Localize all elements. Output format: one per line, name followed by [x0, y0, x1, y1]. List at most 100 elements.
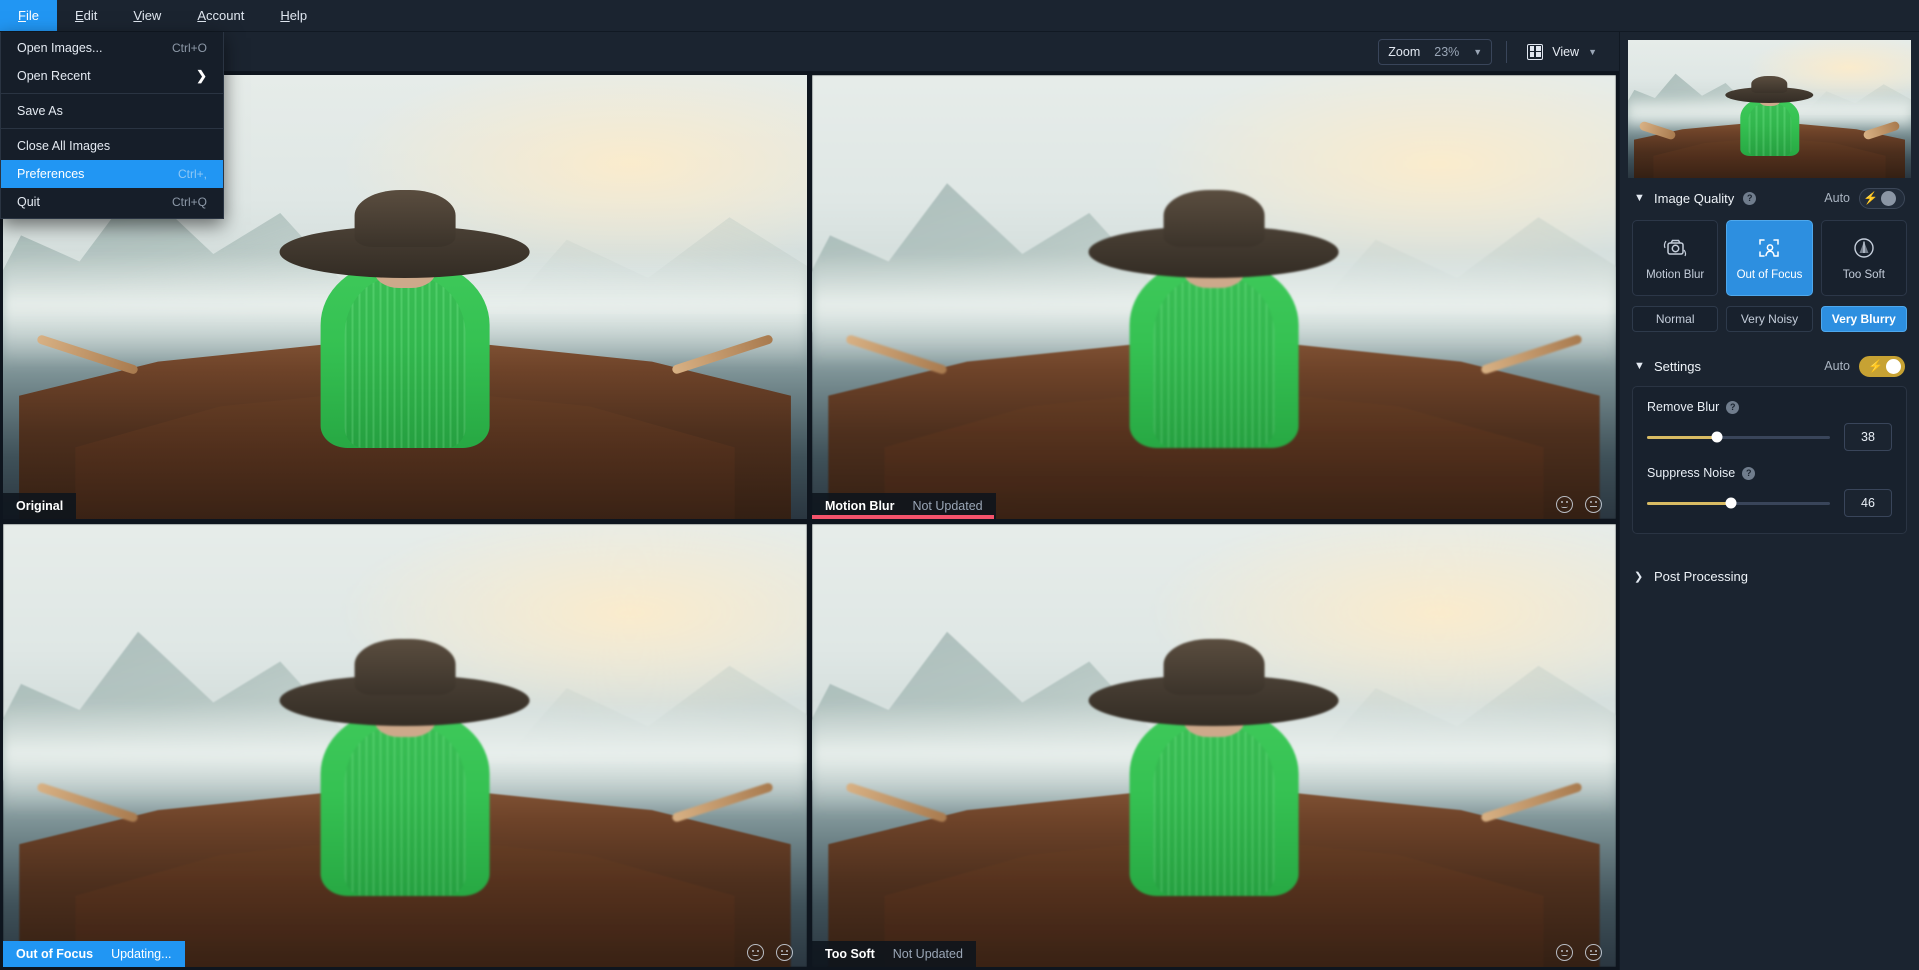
- thumbs-down-face-icon[interactable]: [776, 944, 793, 961]
- mode-button-too-soft-label: Too Soft: [1842, 269, 1885, 281]
- menu-help[interactable]: Help: [262, 0, 325, 31]
- slider-suppress-noise-header: Suppress Noise ?: [1647, 466, 1892, 480]
- image-pane-too-soft[interactable]: Too Soft Not Updated: [812, 523, 1616, 967]
- chevron-down-icon[interactable]: ▼: [1473, 47, 1482, 57]
- pane-status: Updating...: [111, 947, 172, 961]
- thumbs-down-face-icon[interactable]: [1585, 944, 1602, 961]
- slider-remove-blur-track[interactable]: [1647, 431, 1830, 443]
- mode-button-out-of-focus[interactable]: Out of Focus: [1726, 220, 1813, 296]
- image-pane-motion-blur[interactable]: Motion Blur Not Updated: [812, 75, 1616, 519]
- toggle-knob: [1880, 190, 1896, 206]
- menu-file-label: File: [18, 8, 39, 23]
- menu-item-quit-label: Quit: [17, 195, 40, 209]
- pane-progress-bar: [812, 514, 994, 519]
- pane-label-original: Original: [3, 492, 77, 519]
- image-quality-mode-buttons: Motion Blur Out of Focus Too Soft: [1620, 218, 1919, 296]
- image-comparison-grid: Original Motion Blur Not Updated Out of …: [0, 72, 1619, 970]
- menu-view-label: View: [133, 8, 162, 23]
- lightning-bolt-icon: ⚡: [1863, 191, 1878, 205]
- slider-suppress-noise: Suppress Noise ? 46: [1647, 466, 1892, 517]
- severity-button-very-blurry-label: Very Blurry: [1831, 312, 1896, 326]
- pane-name: Out of Focus: [16, 947, 94, 961]
- pane-feedback-controls: [1556, 495, 1602, 513]
- menu-account[interactable]: Account: [179, 0, 262, 31]
- photo-out-of-focus: [3, 523, 807, 967]
- photo-too-soft: [812, 523, 1616, 967]
- slider-remove-blur-header: Remove Blur ?: [1647, 400, 1892, 414]
- chevron-down-icon[interactable]: ▼: [1634, 360, 1645, 372]
- toolbar: Zoom 23% ▼ View ▼: [0, 32, 1619, 72]
- focus-person-icon: [1754, 235, 1784, 261]
- lightning-bolt-icon: ⚡: [1868, 359, 1883, 373]
- zoom-control[interactable]: Zoom 23% ▼: [1378, 38, 1493, 65]
- menu-edit[interactable]: Edit: [57, 0, 115, 31]
- mode-button-motion-blur-label: Motion Blur: [1646, 269, 1705, 281]
- image-pane-out-of-focus[interactable]: Out of Focus Updating...: [3, 523, 807, 967]
- slider-remove-blur-value[interactable]: 38: [1844, 423, 1892, 451]
- menu-file[interactable]: File: [0, 0, 57, 31]
- toggle-knob: [1886, 358, 1901, 374]
- severity-buttons: Normal Very Noisy Very Blurry: [1620, 296, 1919, 346]
- menu-item-quit[interactable]: Quit Ctrl+Q: [1, 188, 223, 216]
- menu-view[interactable]: View: [115, 0, 179, 31]
- help-icon[interactable]: ?: [1742, 466, 1756, 480]
- mode-button-too-soft[interactable]: Too Soft: [1820, 220, 1907, 296]
- menu-item-open-recent-label: Open Recent: [17, 69, 91, 83]
- preview-thumbnail[interactable]: [1628, 40, 1911, 178]
- grid-icon: [1527, 43, 1544, 60]
- menu-item-open-images[interactable]: Open Images... Ctrl+O: [1, 34, 223, 62]
- chevron-right-icon[interactable]: ❯: [1634, 570, 1645, 583]
- help-icon[interactable]: ?: [1726, 400, 1740, 414]
- menu-separator-2: [1, 128, 223, 129]
- chevron-down-icon[interactable]: ▼: [1588, 47, 1597, 57]
- severity-button-very-noisy[interactable]: Very Noisy: [1726, 306, 1813, 332]
- image-quality-auto-toggle[interactable]: ⚡: [1859, 187, 1905, 209]
- file-menu-dropdown: Open Images... Ctrl+O Open Recent ❯ Save…: [0, 32, 224, 219]
- chevron-down-icon[interactable]: ▼: [1634, 192, 1645, 204]
- pane-feedback-controls: [747, 944, 793, 961]
- post-processing-title: Post Processing: [1654, 568, 1748, 584]
- slider-remove-blur-handle[interactable]: [1711, 431, 1723, 443]
- thumbs-up-face-icon[interactable]: [1556, 944, 1573, 961]
- slider-suppress-noise-row: 46: [1647, 489, 1892, 517]
- camera-shake-icon: [1660, 235, 1690, 261]
- pane-status: Not Updated: [912, 498, 983, 513]
- pane-label-out-of-focus: Out of Focus Updating...: [3, 941, 185, 967]
- thumbs-up-face-icon[interactable]: [1556, 495, 1573, 513]
- pane-feedback-controls: [1556, 944, 1602, 961]
- settings-auto-group: Auto ⚡: [1824, 355, 1905, 377]
- menu-item-close-all-images[interactable]: Close All Images: [1, 132, 223, 160]
- menu-help-label: Help: [280, 8, 308, 23]
- chevron-right-icon: ❯: [196, 68, 207, 83]
- mode-button-out-of-focus-label: Out of Focus: [1736, 269, 1803, 281]
- slider-remove-blur-label: Remove Blur: [1647, 400, 1720, 414]
- view-control[interactable]: View ▼: [1521, 43, 1603, 60]
- pane-label-too-soft: Too Soft Not Updated: [812, 941, 976, 967]
- thumbs-up-face-icon[interactable]: [747, 944, 764, 961]
- slider-suppress-noise-value[interactable]: 46: [1844, 489, 1892, 517]
- help-icon[interactable]: ?: [1743, 191, 1757, 205]
- slider-suppress-noise-handle[interactable]: [1725, 497, 1737, 509]
- mode-button-motion-blur[interactable]: Motion Blur: [1632, 220, 1719, 296]
- auto-label: Auto: [1824, 359, 1850, 373]
- pane-name: Original: [16, 498, 64, 513]
- thumbs-down-face-icon[interactable]: [1585, 495, 1602, 513]
- settings-auto-toggle[interactable]: ⚡: [1859, 355, 1905, 377]
- menu-item-close-all-images-label: Close All Images: [17, 139, 111, 153]
- menu-item-preferences[interactable]: Preferences Ctrl+,: [1, 160, 223, 188]
- slider-remove-blur-row: 38: [1647, 423, 1892, 451]
- menu-item-preferences-label: Preferences: [17, 167, 85, 181]
- menu-item-open-recent[interactable]: Open Recent ❯: [1, 62, 223, 90]
- menu-item-save-as[interactable]: Save As: [1, 97, 223, 125]
- menu-account-label: Account: [197, 8, 245, 23]
- post-processing-header[interactable]: ❯ Post Processing: [1620, 556, 1919, 596]
- image-quality-header[interactable]: ▼ Image Quality ? Auto ⚡: [1620, 178, 1919, 218]
- severity-button-normal[interactable]: Normal: [1632, 306, 1719, 332]
- severity-button-very-blurry[interactable]: Very Blurry: [1820, 306, 1907, 332]
- thumbnail-photo: [1628, 40, 1911, 178]
- menu-item-save-as-label: Save As: [17, 104, 63, 118]
- view-label: View: [1552, 44, 1580, 59]
- auto-label: Auto: [1824, 191, 1850, 205]
- slider-suppress-noise-track[interactable]: [1647, 497, 1830, 509]
- settings-header[interactable]: ▼ Settings Auto ⚡: [1620, 346, 1919, 386]
